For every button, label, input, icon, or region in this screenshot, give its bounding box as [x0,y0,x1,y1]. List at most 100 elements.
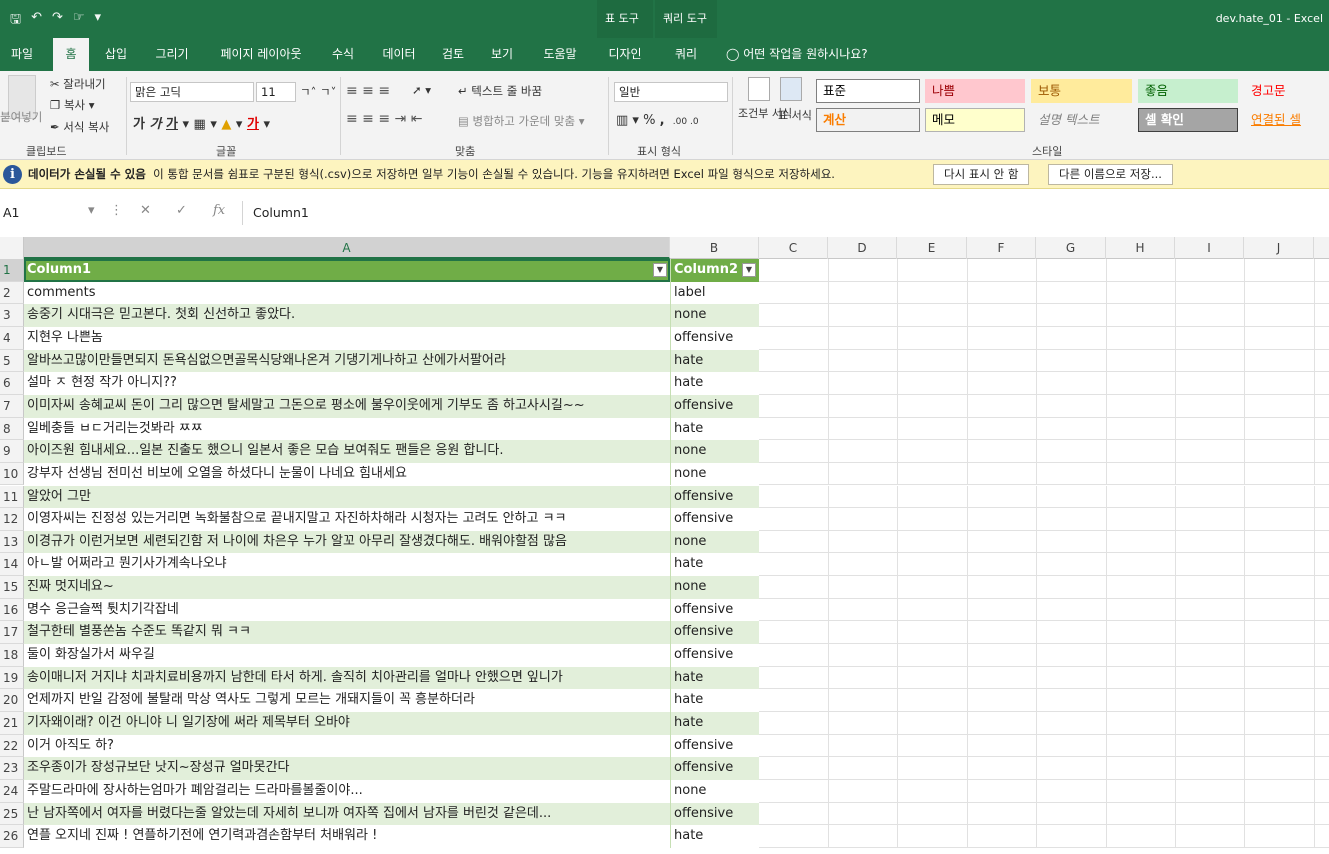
empty-cells[interactable] [759,598,1329,622]
cell-label[interactable]: offensive [670,598,759,622]
row-header[interactable]: 22 [0,734,24,758]
empty-cells[interactable] [759,825,1329,848]
empty-cells[interactable] [759,281,1329,305]
cell-label[interactable]: offensive [670,326,759,350]
tab-draw[interactable]: 그리기 [144,38,200,71]
cell-label[interactable]: hate [670,553,759,577]
cell-label[interactable]: offensive [670,485,759,509]
format-painter-button[interactable]: ✒ 서식 복사 [50,119,109,135]
style-bad[interactable]: 나쁨 [925,79,1025,103]
customize-qat-icon[interactable]: ▾ [95,10,102,32]
empty-cells[interactable] [759,712,1329,735]
cell-comment[interactable]: 연플 오지네 진짜 ! 연플하기전에 연기력과겸손함부터 처배워라 ! [24,825,670,848]
row-header[interactable]: 7 [0,394,24,418]
filter-dropdown-icon[interactable]: ▼ [653,263,667,277]
tab-query[interactable]: 쿼리 [655,38,717,71]
tab-review[interactable]: 검토 [432,38,474,71]
save-icon[interactable]: 🖫 [10,10,21,32]
wrap-text-button[interactable]: ↵ 텍스트 줄 바꿈 [458,83,542,99]
row-header[interactable]: 1 [0,259,24,282]
row-header[interactable]: 4 [0,326,24,350]
font-grow-shrink-icon[interactable]: ㄱ˄ ㄱ˅ [300,84,336,100]
empty-cells[interactable] [759,326,1329,350]
row-header[interactable]: 5 [0,349,24,373]
dont-show-again-button[interactable]: 다시 표시 안 함 [933,164,1030,185]
font-name-select[interactable]: 맑은 고딕 [130,82,254,102]
horizontal-align-icon[interactable]: ≡ ≡ ≡ ⇥ ⇤ [346,111,422,127]
row-header[interactable]: 13 [0,530,24,554]
conditional-format-icon[interactable] [748,77,770,101]
cell-comment[interactable]: 알았어 그만 [24,485,670,509]
name-box[interactable]: A1 [0,201,100,225]
row-header[interactable]: 20 [0,689,24,712]
cell-label[interactable]: none [670,304,759,327]
style-explanatory[interactable]: 설명 텍스트 [1031,108,1132,132]
empty-cells[interactable] [759,462,1329,486]
redo-icon[interactable]: ↷ [52,10,63,32]
style-note[interactable]: 메모 [925,108,1025,132]
column-header-c[interactable]: C [759,237,828,259]
cell-comment[interactable]: comments [24,281,670,305]
tab-file[interactable]: 파일 [0,38,44,71]
format-as-table-button[interactable]: 표 서식 [778,107,812,123]
tab-view[interactable]: 보기 [480,38,524,71]
cell-label[interactable]: offensive [670,394,759,418]
empty-cells[interactable] [759,553,1329,577]
cell-comment[interactable]: 기자왜이래? 이건 아니야 니 일기장에 써라 제목부터 오바야 [24,712,670,735]
cell-comment[interactable]: 지현우 나쁜놈 [24,326,670,350]
cell-label[interactable]: hate [670,666,759,690]
column-header-g[interactable]: G [1036,237,1106,259]
row-header[interactable]: 15 [0,576,24,599]
row-header[interactable]: 26 [0,825,24,848]
row-header[interactable]: 6 [0,372,24,395]
empty-cells[interactable] [759,802,1329,826]
cell-label[interactable]: offensive [670,757,759,780]
style-warning-text[interactable]: 경고문 [1244,79,1329,103]
cell-comment[interactable]: 일베충들 ㅂㄷ거리는것봐라 ㅉㅉ [24,417,670,441]
cell-comment[interactable]: 아이즈원 힘내세요...일본 진출도 했으니 일본서 좋은 모습 보여줘도 팬들… [24,440,670,463]
row-header[interactable]: 23 [0,757,24,780]
style-neutral[interactable]: 보통 [1031,79,1132,103]
style-linked-cell[interactable]: 연결된 셀 [1244,108,1329,132]
row-header[interactable]: 16 [0,598,24,622]
cell-label[interactable]: none [670,462,759,486]
cell-comment[interactable]: 알바쓰고많이만들면되지 돈욕심없으면골목식당왜나온겨 기댕기게나하고 산에가서팔… [24,349,670,373]
column-header-b[interactable]: B [670,237,759,259]
column-header-f[interactable]: F [967,237,1036,259]
empty-cells[interactable] [759,394,1329,418]
cell-label[interactable]: none [670,779,759,803]
cell-comment[interactable]: 송중기 시대극은 믿고본다. 첫회 신선하고 좋았다. [24,304,670,327]
cell-label[interactable]: hate [670,712,759,735]
bold-italic-underline-icon[interactable]: 가 가 가 ▾ ▦ ▾ ▲ ▾ 가 ▾ [133,113,270,132]
filter-dropdown-icon[interactable]: ▼ [742,263,756,277]
style-check-cell[interactable]: 셀 확인 [1138,108,1238,132]
insert-function-icon[interactable]: fx [213,203,225,218]
style-calculation[interactable]: 계산 [816,108,920,132]
format-as-table-icon[interactable] [780,77,802,101]
cell-comment[interactable]: 설마 ㅈ 현정 작가 아니지?? [24,372,670,395]
cell-comment[interactable]: 철구한테 별풍쏜놈 수준도 똑같지 뭐 ㅋㅋ [24,621,670,645]
tab-formulas[interactable]: 수식 [322,38,364,71]
tab-insert[interactable]: 삽입 [96,38,136,71]
empty-cells[interactable] [759,508,1329,531]
tab-page-layout[interactable]: 페이지 레이아웃 [206,38,316,71]
cell-label[interactable]: hate [670,689,759,712]
empty-cells[interactable] [759,644,1329,667]
header-cell-column1[interactable]: Column1 ▼ [24,259,670,282]
empty-cells[interactable] [759,757,1329,780]
cell-comment[interactable]: 이영자씨는 진정성 있는거리면 녹화불참으로 끝내지말고 자진하차해라 시청자는… [24,508,670,531]
cell-comment[interactable]: 주말드라마에 장사하는엄마가 폐암걸리는 드라마를볼줄이야... [24,779,670,803]
undo-icon[interactable]: ↶ [31,10,42,32]
copy-button[interactable]: ❐ 복사 ▾ [50,97,95,113]
row-header[interactable]: 21 [0,712,24,735]
row-header[interactable]: 11 [0,485,24,509]
row-header[interactable]: 17 [0,621,24,645]
column-header-d[interactable]: D [828,237,897,259]
enter-icon[interactable]: ✓ [176,203,187,218]
empty-cells[interactable] [759,734,1329,758]
cell-comment[interactable]: 진짜 멋지네요~ [24,576,670,599]
cell-label[interactable]: offensive [670,802,759,826]
cell-label[interactable]: offensive [670,734,759,758]
cell-label[interactable]: hate [670,349,759,373]
row-header[interactable]: 2 [0,281,24,305]
